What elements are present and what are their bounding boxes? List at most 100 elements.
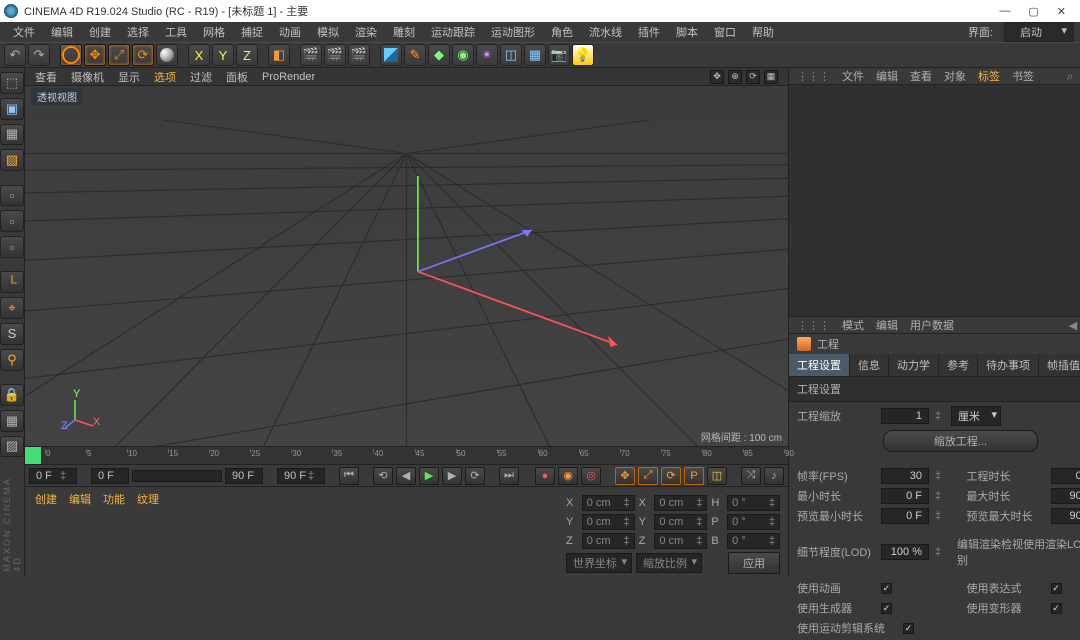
menu-render[interactable]: 渲染 — [348, 22, 384, 42]
prev-frame-button[interactable]: ◀ — [396, 467, 416, 485]
redo-button[interactable]: ↷ — [28, 44, 50, 66]
snap-button[interactable]: S — [0, 323, 24, 345]
layout-select[interactable]: 启动 — [1004, 22, 1074, 42]
menu-help[interactable]: 帮助 — [745, 22, 781, 42]
sound-button[interactable]: ♪ — [764, 467, 784, 485]
key-pla-button[interactable]: ◫ — [707, 467, 727, 485]
use-motion-checkbox[interactable]: ✓ — [903, 623, 914, 634]
key-param-button[interactable]: P — [684, 467, 704, 485]
range-slider[interactable] — [132, 470, 222, 482]
vp-layout-icon[interactable]: ▦ — [764, 70, 778, 84]
deformer-button[interactable]: ◫ — [500, 44, 522, 66]
tab-dynamics[interactable]: 动力学 — [889, 354, 939, 376]
vp-menu-view[interactable]: 查看 — [35, 69, 57, 85]
mat-tab-tex[interactable]: 纹理 — [137, 491, 159, 507]
autokey-button[interactable]: ◉ — [558, 467, 578, 485]
workplane-button[interactable]: ▨ — [0, 149, 24, 171]
keyframe-sel-button[interactable]: ◎ — [581, 467, 601, 485]
menu-mograph[interactable]: 运动图形 — [484, 22, 542, 42]
axis-y-toggle[interactable]: Y — [212, 44, 234, 66]
misc-1-button[interactable]: ▦ — [0, 410, 24, 432]
prev-key-button[interactable]: ⟲ — [373, 467, 393, 485]
om-search-icon[interactable]: ⌕ — [1067, 69, 1074, 84]
menu-mesh[interactable]: 网格 — [196, 22, 232, 42]
goto-start-button[interactable]: ⏮ — [339, 467, 359, 485]
attr-menu-userdata[interactable]: 用户数据 — [910, 317, 954, 333]
rot-b-field[interactable]: 0 °‡ — [727, 533, 780, 549]
om-menu-tags[interactable]: 标签 — [978, 68, 1000, 84]
end-frame-field[interactable]: 90 F‡ — [277, 468, 325, 484]
attr-back-icon[interactable]: ◀ — [1069, 319, 1077, 332]
coord-sys-toggle[interactable]: ◧ — [268, 44, 290, 66]
size-z-field[interactable]: 0 cm‡ — [654, 533, 707, 549]
play-button[interactable]: ▶ — [419, 467, 439, 485]
fcurve-button[interactable]: ⤨ — [741, 467, 761, 485]
menu-character[interactable]: 角色 — [544, 22, 580, 42]
rot-h-field[interactable]: 0 °‡ — [727, 495, 780, 511]
size-y-field[interactable]: 0 cm‡ — [654, 514, 707, 530]
coord-space-select[interactable]: 世界坐标 — [566, 553, 632, 573]
misc-2-button[interactable]: ▨ — [0, 436, 24, 458]
point-mode-button[interactable]: ▫ — [0, 185, 24, 207]
start-frame-field[interactable]: 0 F‡ — [29, 468, 77, 484]
vp-pan-icon[interactable]: ✥ — [710, 70, 724, 84]
menu-simulate[interactable]: 模拟 — [310, 22, 346, 42]
menu-edit[interactable]: 编辑 — [44, 22, 80, 42]
project-scale-field[interactable]: 1 — [881, 408, 929, 424]
polygon-mode-button[interactable]: ▫ — [0, 236, 24, 258]
lock-button[interactable]: 🔒 — [0, 384, 24, 406]
render-view-button[interactable]: 🎬 — [300, 44, 322, 66]
axis-x-toggle[interactable]: X — [188, 44, 210, 66]
attr-menu-edit[interactable]: 编辑 — [876, 317, 898, 333]
range-end-field[interactable]: 90 F — [225, 468, 263, 484]
texture-mode-button[interactable]: ▦ — [0, 124, 24, 146]
tab-todo[interactable]: 待办事项 — [978, 354, 1039, 376]
perspective-viewport[interactable]: 透视视图 网格间距 : 100 cm Y X Z — [25, 86, 788, 446]
menu-file[interactable]: 文件 — [6, 22, 42, 42]
vp-menu-options[interactable]: 选项 — [154, 69, 176, 85]
minimize-button[interactable]: — — [999, 5, 1010, 18]
primitive-cube-button[interactable] — [380, 44, 402, 66]
preview-max-field[interactable]: 90 F — [1051, 508, 1080, 524]
size-x-field[interactable]: 0 cm‡ — [654, 495, 707, 511]
render-settings-button[interactable]: 🎬 — [348, 44, 370, 66]
range-start-field[interactable]: 0 F — [91, 468, 129, 484]
menu-create[interactable]: 创建 — [82, 22, 118, 42]
vp-menu-filter[interactable]: 过滤 — [190, 69, 212, 85]
lod-field[interactable]: 100 % — [881, 544, 929, 560]
nurbs-button[interactable]: ◉ — [452, 44, 474, 66]
close-button[interactable]: ✕ — [1057, 5, 1066, 18]
key-rot-button[interactable]: ⟳ — [661, 467, 681, 485]
project-time-field[interactable]: 0 F — [1051, 468, 1080, 484]
attr-menu-mode[interactable]: 模式 — [842, 317, 864, 333]
next-key-button[interactable]: ⟳ — [465, 467, 485, 485]
model-mode-button[interactable]: ▣ — [0, 98, 24, 120]
tab-reference[interactable]: 参考 — [939, 354, 978, 376]
coord-apply-button[interactable]: 应用 — [728, 552, 780, 574]
menu-animate[interactable]: 动画 — [272, 22, 308, 42]
coord-scale-select[interactable]: 缩放比例 — [636, 553, 702, 573]
select-tool[interactable] — [60, 44, 82, 66]
light-button[interactable]: 💡 — [572, 44, 594, 66]
mat-tab-func[interactable]: 功能 — [103, 491, 125, 507]
key-scale-button[interactable]: ⤢ — [638, 467, 658, 485]
fps-field[interactable]: 30 — [881, 468, 929, 484]
pos-z-field[interactable]: 0 cm‡ — [582, 533, 635, 549]
menu-tracking[interactable]: 运动跟踪 — [424, 22, 482, 42]
pos-y-field[interactable]: 0 cm‡ — [582, 514, 635, 530]
recent-tool[interactable] — [156, 44, 178, 66]
vp-menu-prorender[interactable]: ProRender — [262, 71, 315, 83]
menu-script[interactable]: 脚本 — [669, 22, 705, 42]
environment-button[interactable]: ▦ — [524, 44, 546, 66]
menu-select[interactable]: 选择 — [120, 22, 156, 42]
vp-menu-display[interactable]: 显示 — [118, 69, 140, 85]
project-scale-unit-select[interactable]: 厘米 — [951, 406, 1001, 426]
rotate-tool[interactable]: ⟳ — [132, 44, 154, 66]
menu-tools[interactable]: 工具 — [158, 22, 194, 42]
axis-z-toggle[interactable]: Z — [236, 44, 258, 66]
om-menu-file[interactable]: 文件 — [842, 68, 864, 84]
edge-mode-button[interactable]: ▫ — [0, 210, 24, 232]
preview-min-field[interactable]: 0 F — [881, 508, 929, 524]
menu-plugins[interactable]: 插件 — [631, 22, 667, 42]
tab-info[interactable]: 信息 — [850, 354, 889, 376]
